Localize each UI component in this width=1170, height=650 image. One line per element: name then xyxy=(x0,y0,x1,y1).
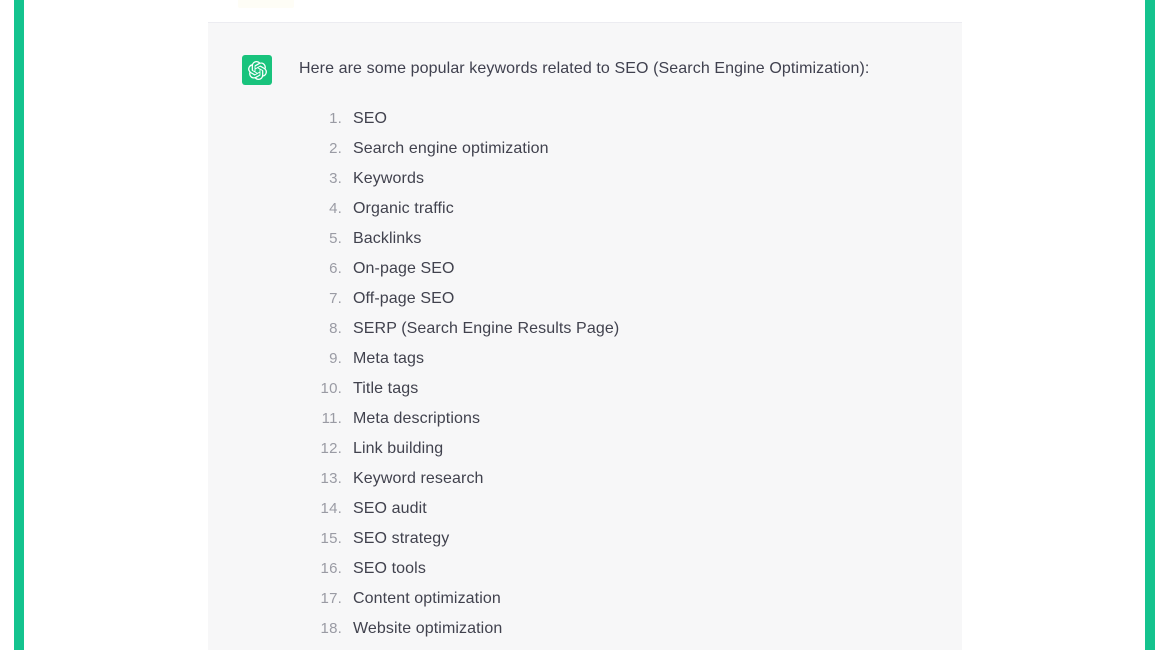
list-item-label: Title tags xyxy=(353,380,419,397)
list-item-number: 12. xyxy=(320,440,342,457)
list-item-label: SEO xyxy=(353,110,388,127)
intro-text: Here are some popular keywords related t… xyxy=(299,60,870,77)
list-item-number: 8. xyxy=(329,320,342,337)
list-item-label: Keyword research xyxy=(353,470,484,487)
list-item-number: 17. xyxy=(320,590,342,607)
list-item-number: 10. xyxy=(320,380,342,397)
right-accent-bar xyxy=(1145,0,1155,650)
list-item: 15. SEO strategy xyxy=(299,524,869,554)
list-item: 7. Off-page SEO xyxy=(299,284,869,314)
list-item-number: 5. xyxy=(329,230,342,247)
list-item: 4. Organic traffic xyxy=(299,194,869,224)
list-item-number: 6. xyxy=(329,260,342,277)
assistant-message: Here are some popular keywords related t… xyxy=(208,23,962,650)
list-item: 18. Website optimization xyxy=(299,614,869,644)
list-item-number: 7. xyxy=(329,290,342,307)
list-item: 17. Content optimization xyxy=(299,584,869,614)
list-item-label: On-page SEO xyxy=(353,260,455,277)
assistant-response-card: Here are some popular keywords related t… xyxy=(208,22,962,650)
list-item-label: Meta tags xyxy=(353,350,425,367)
list-item: 14. SEO audit xyxy=(299,494,869,524)
message-content: Here are some popular keywords related t… xyxy=(299,53,869,650)
list-item-label: Off-page SEO xyxy=(353,290,455,307)
list-item: 6. On-page SEO xyxy=(299,254,869,284)
list-item: 10. Title tags xyxy=(299,374,869,404)
list-item: 3. Keywords xyxy=(299,164,869,194)
list-item: 12. Link building xyxy=(299,434,869,464)
list-item: 1. SEO xyxy=(299,104,869,134)
list-item: 13. Keyword research xyxy=(299,464,869,494)
list-item: 2. Search engine optimization xyxy=(299,134,869,164)
list-item: 9. Meta tags xyxy=(299,344,869,374)
list-item-number: 18. xyxy=(320,620,342,637)
list-item-number: 15. xyxy=(320,530,342,547)
list-item-label: SEO writing xyxy=(353,644,439,650)
list-item-label: Link building xyxy=(353,440,444,457)
list-item-number: 19. xyxy=(299,644,342,650)
list-item-number: 1. xyxy=(329,110,342,127)
list-item-label: SEO tools xyxy=(353,560,426,577)
list-item: 11. Meta descriptions xyxy=(299,404,869,434)
list-item-number: 14. xyxy=(320,500,342,517)
list-item-label: Meta descriptions xyxy=(353,410,481,427)
list-item-label: Keywords xyxy=(353,170,425,187)
list-item: 5. Backlinks xyxy=(299,224,869,254)
left-accent-bar xyxy=(14,0,24,650)
list-item-number: 9. xyxy=(329,350,342,367)
list-item-label: SEO audit xyxy=(353,500,427,517)
list-item-label: Organic traffic xyxy=(353,200,454,217)
list-item-number: 3. xyxy=(329,170,342,187)
list-item-number: 11. xyxy=(321,410,342,427)
list-item-number: 2. xyxy=(329,140,342,157)
list-item: 19. SEO writing xyxy=(299,644,869,650)
clipped-top-element xyxy=(238,0,294,8)
list-item-number: 4. xyxy=(329,200,342,217)
keyword-list: 1. SEO 2. Search engine optimization 3. Keywo… xyxy=(299,104,869,650)
list-item-label: Search engine optimization xyxy=(353,140,549,157)
list-item-label: Content optimization xyxy=(353,590,501,607)
list-item-label: Backlinks xyxy=(353,230,422,247)
list-item-number: 16. xyxy=(320,560,342,577)
list-item-label: SERP (Search Engine Results Page) xyxy=(353,320,620,337)
list-item-label: Website optimization xyxy=(353,620,503,637)
list-item: 16. SEO tools xyxy=(299,554,869,584)
list-item-number: 13. xyxy=(320,470,342,487)
chatgpt-logo-icon xyxy=(242,55,272,85)
list-item: 8. SERP (Search Engine Results Page) xyxy=(299,314,869,344)
list-item-label: SEO strategy xyxy=(353,530,450,547)
